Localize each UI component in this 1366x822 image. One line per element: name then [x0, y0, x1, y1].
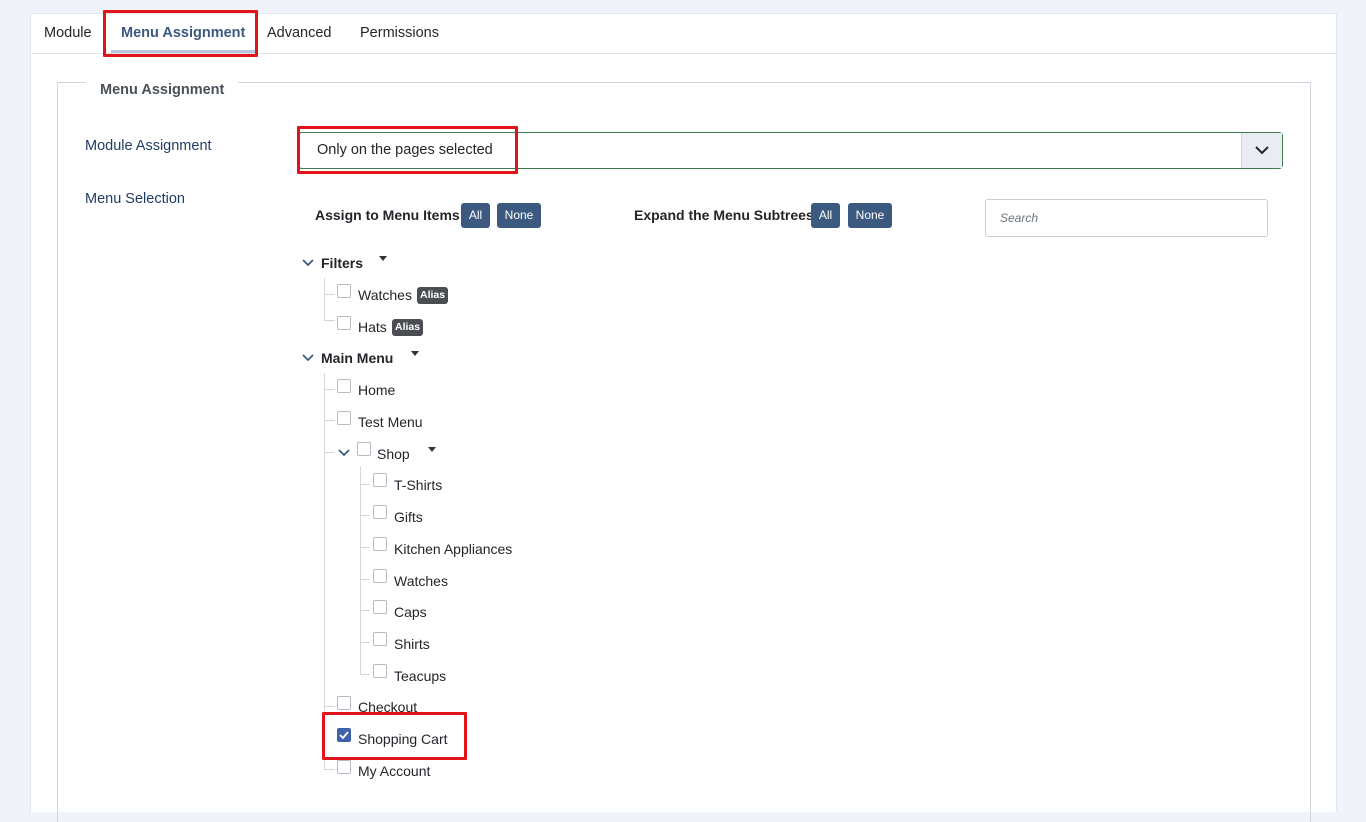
tree-item-shop[interactable]: Shop: [377, 445, 410, 463]
checkbox-shop-watches[interactable]: [373, 569, 387, 583]
tree-item-caps[interactable]: Caps: [394, 603, 427, 621]
tree-line: [324, 769, 335, 770]
alias-badge: Alias: [392, 319, 424, 336]
checkbox-filters-hats[interactable]: [337, 316, 351, 330]
checkbox-shirts[interactable]: [373, 632, 387, 646]
assign-menu-items-label: Assign to Menu Items: [315, 207, 460, 223]
tab-advanced[interactable]: Advanced: [267, 14, 332, 54]
tree-line: [360, 579, 370, 580]
tree-line: [324, 420, 335, 421]
chevron-down-icon[interactable]: [337, 446, 351, 460]
tree-item-test-menu[interactable]: Test Menu: [358, 413, 423, 431]
caret-down-icon[interactable]: [411, 351, 419, 356]
checkbox-shop[interactable]: [357, 442, 371, 456]
checkmark-icon: [339, 731, 349, 739]
checkbox-filters-watches[interactable]: [337, 284, 351, 298]
checkbox-t-shirts[interactable]: [373, 473, 387, 487]
tree-item-hats[interactable]: Hats: [358, 318, 387, 336]
tree-line: [360, 484, 370, 485]
tree-group-main-menu[interactable]: Main Menu: [321, 349, 393, 367]
chevron-down-icon[interactable]: [1241, 133, 1282, 168]
tree-item-shop-watches[interactable]: Watches: [394, 572, 448, 590]
tree-line: [324, 294, 335, 295]
alias-badge: Alias: [417, 287, 449, 304]
tree-item-shopping-cart[interactable]: Shopping Cart: [358, 730, 448, 748]
expand-subtrees-label: Expand the Menu Subtrees: [634, 207, 814, 223]
tree-item-gifts[interactable]: Gifts: [394, 508, 423, 526]
checkbox-home[interactable]: [337, 379, 351, 393]
checkbox-teacups[interactable]: [373, 664, 387, 678]
checkbox-caps[interactable]: [373, 600, 387, 614]
tab-module[interactable]: Module: [44, 14, 92, 54]
tree-line: [324, 320, 335, 321]
module-edit-card: Module Menu Assignment Advanced Permissi…: [30, 10, 1337, 822]
checkbox-checkout[interactable]: [337, 696, 351, 710]
tree-line: [324, 278, 325, 320]
tree-item-watches[interactable]: Watches: [358, 286, 412, 304]
expand-none-button[interactable]: None: [848, 203, 892, 228]
chevron-down-icon[interactable]: [301, 351, 315, 365]
tree-group-filters[interactable]: Filters: [321, 254, 363, 272]
tree-line: [360, 674, 370, 675]
tab-menu-assignment[interactable]: Menu Assignment: [110, 14, 256, 54]
checkbox-shopping-cart[interactable]: [337, 728, 351, 742]
menu-assignment-fieldset: [57, 82, 1311, 822]
module-assignment-value: Only on the pages selected: [317, 142, 493, 158]
tree-item-my-account[interactable]: My Account: [358, 762, 430, 780]
tree-line: [360, 547, 370, 548]
checkbox-kitchen-appliances[interactable]: [373, 537, 387, 551]
tree-line: [360, 515, 370, 516]
expand-all-button[interactable]: All: [811, 203, 840, 228]
module-assignment-label: Module Assignment: [85, 138, 212, 154]
checkbox-gifts[interactable]: [373, 505, 387, 519]
tree-line: [324, 706, 335, 707]
tree-line: [324, 389, 335, 390]
tree-line: [360, 610, 370, 611]
tree-line: [324, 373, 325, 769]
tree-item-checkout[interactable]: Checkout: [358, 698, 417, 716]
tree-item-kitchen-appliances[interactable]: Kitchen Appliances: [394, 540, 512, 558]
menu-search-input[interactable]: [985, 199, 1268, 237]
menu-selection-label: Menu Selection: [85, 191, 185, 207]
tab-bar: Module Menu Assignment Advanced Permissi…: [31, 14, 1336, 54]
caret-down-icon[interactable]: [428, 447, 436, 452]
module-assignment-select[interactable]: Only on the pages selected: [298, 132, 1283, 169]
fieldset-legend: Menu Assignment: [86, 82, 239, 98]
chevron-down-icon[interactable]: [301, 256, 315, 270]
tab-permissions[interactable]: Permissions: [360, 14, 439, 54]
tree-line: [324, 452, 334, 453]
tree-item-t-shirts[interactable]: T-Shirts: [394, 476, 442, 494]
tree-item-shirts[interactable]: Shirts: [394, 635, 430, 653]
assign-all-button[interactable]: All: [461, 203, 490, 228]
tree-item-teacups[interactable]: Teacups: [394, 667, 446, 685]
assign-none-button[interactable]: None: [497, 203, 541, 228]
tree-line: [360, 642, 370, 643]
checkbox-test-menu[interactable]: [337, 411, 351, 425]
caret-down-icon[interactable]: [379, 256, 387, 261]
tree-item-home[interactable]: Home: [358, 381, 395, 399]
checkbox-my-account[interactable]: [337, 760, 351, 774]
